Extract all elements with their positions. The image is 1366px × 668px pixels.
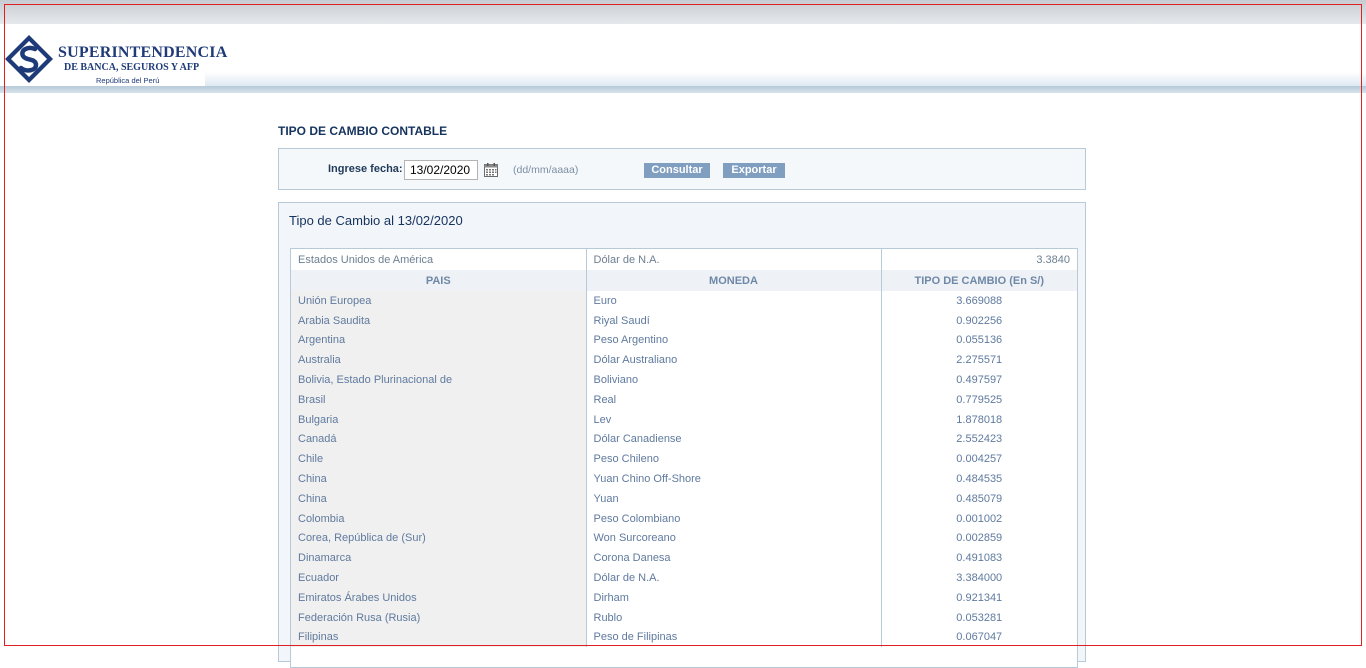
table-row: China Yuan Chino Off-Shore 0.484535: [291, 469, 1077, 489]
rate-cell: 0.491083: [956, 552, 1003, 565]
table-row: Arabia Saudita Riyal Saudí 0.902256: [291, 310, 1077, 331]
rate-cell: 0.902256: [956, 314, 1003, 327]
currency-cell: Peso Colombiano: [586, 508, 882, 529]
rate-cell: 0.497597: [956, 374, 1003, 387]
brand-title: SUPERINTENDENCIA: [58, 44, 228, 61]
page-title: TIPO DE CAMBIO CONTABLE: [278, 124, 448, 138]
rate-cell: 0.053281: [956, 611, 1003, 624]
rate-cell: 0.779525: [956, 393, 1003, 406]
currency-cell: Peso de Filipinas: [586, 627, 882, 648]
currency-cell: Riyal Saudí: [586, 310, 882, 331]
table-header-row: PAIS MONEDA TIPO DE CAMBIO (En S/): [291, 270, 1077, 291]
country-cell: Ecuador: [291, 568, 587, 588]
sbs-logo-icon: [5, 35, 53, 83]
header-pais: PAIS: [291, 270, 587, 291]
table-row: China Yuan 0.485079: [291, 488, 1077, 509]
table-row: Filipinas Peso de Filipinas 0.067047: [291, 627, 1077, 648]
rate-cell: 3.384000: [956, 572, 1003, 585]
country-cell: Chile: [291, 449, 587, 470]
currency-cell: Won Surcoreano: [586, 528, 882, 549]
table-row: Unión Europea Euro 3.669088: [291, 291, 1077, 311]
country-cell: Unión Europea: [291, 291, 587, 311]
currency-cell: Dirham: [586, 587, 882, 608]
country-cell: Dinamarca: [291, 548, 587, 569]
reference-country: Estados Unidos de América: [291, 249, 587, 270]
rate-cell: 0.067047: [956, 631, 1003, 644]
currency-cell: Dólar Canadiense: [586, 429, 882, 450]
table-row: Federación Rusa (Rusia) Rublo 0.053281: [291, 607, 1077, 628]
rate-cell: 0.921341: [956, 591, 1003, 604]
country-cell: Arabia Saudita: [291, 310, 587, 331]
table-row: Ecuador Dólar de N.A. 3.384000: [291, 568, 1077, 588]
currency-cell: Euro: [586, 291, 882, 311]
rate-cell: 0.485079: [956, 492, 1003, 505]
table-row: Australia Dólar Australiano 2.275571: [291, 350, 1077, 371]
export-button[interactable]: Exportar: [723, 163, 785, 178]
calendar-icon[interactable]: [484, 163, 498, 177]
header-tipo-cambio: TIPO DE CAMBIO (En S/): [881, 270, 1077, 291]
currency-cell: Peso Chileno: [586, 449, 882, 470]
country-cell: China: [291, 469, 587, 489]
header-gradient-strip: [205, 72, 1366, 86]
country-cell: Corea, República de (Sur): [291, 528, 587, 549]
country-cell: China: [291, 488, 587, 509]
rate-cell: 2.552423: [956, 433, 1003, 446]
currency-cell: Lev: [586, 409, 882, 430]
currency-cell: Yuan Chino Off-Shore: [586, 469, 882, 489]
reference-currency: Dólar de N.A.: [586, 249, 882, 270]
date-search-panel: Ingrese fecha: (dd/mm/aaaa) Consultar Ex…: [278, 148, 1086, 190]
rate-cell: 0.001002: [956, 512, 1003, 525]
currency-cell: Dólar de N.A.: [586, 568, 882, 588]
date-format-hint: (dd/mm/aaaa): [513, 164, 579, 176]
rate-cell: 0.055136: [956, 334, 1003, 347]
table-row: Colombia Peso Colombiano 0.001002: [291, 508, 1077, 529]
header-moneda: MONEDA: [586, 270, 882, 291]
date-input[interactable]: [404, 160, 478, 180]
sbs-logo[interactable]: SUPERINTENDENCIA DE BANCA, SEGUROS Y AFP…: [4, 34, 227, 86]
table-row: Argentina Peso Argentino 0.055136: [291, 330, 1077, 351]
reference-rate-row: Estados Unidos de América Dólar de N.A. …: [291, 249, 1077, 270]
table-row: Bulgaria Lev 1.878018: [291, 409, 1077, 430]
brand-country: República del Perú: [96, 76, 160, 85]
country-cell: Argentina: [291, 330, 587, 351]
currency-cell: Corona Danesa: [586, 548, 882, 569]
table-row: Dinamarca Corona Danesa 0.491083: [291, 548, 1077, 569]
browser-top-bar: [0, 0, 1366, 24]
country-cell: Bulgaria: [291, 409, 587, 430]
rate-cell: 0.004257: [956, 453, 1003, 466]
country-cell: Brasil: [291, 389, 587, 410]
currency-cell: Peso Argentino: [586, 330, 882, 351]
table-row: Emiratos Árabes Unidos Dirham 0.921341: [291, 587, 1077, 608]
rate-cell: 0.002859: [956, 532, 1003, 545]
table-row: Bolivia, Estado Plurinacional de Bolivian…: [291, 370, 1077, 390]
exchange-rate-table: Estados Unidos de América Dólar de N.A. …: [290, 248, 1078, 668]
table-row: Canadá Dólar Canadiense 2.552423: [291, 429, 1077, 450]
currency-cell: Boliviano: [586, 370, 882, 390]
country-cell: Australia: [291, 350, 587, 371]
date-label: Ingrese fecha:: [328, 163, 403, 175]
results-panel: Tipo de Cambio al 13/02/2020 Estados Uni…: [278, 202, 1086, 668]
country-cell: Canadá: [291, 429, 587, 450]
table-row: Brasil Real 0.779525: [291, 389, 1077, 410]
country-cell: Federación Rusa (Rusia): [291, 607, 587, 628]
reference-rate: 3.3840: [881, 249, 1077, 270]
currency-cell: Real: [586, 389, 882, 410]
rate-cell: 2.275571: [956, 354, 1003, 367]
table-row: Corea, República de (Sur) Won Surcoreano 0…: [291, 528, 1077, 549]
rate-cell: 3.669088: [956, 294, 1003, 307]
country-cell: Emiratos Árabes Unidos: [291, 587, 587, 608]
consult-button[interactable]: Consultar: [644, 163, 710, 178]
country-cell: Bolivia, Estado Plurinacional de: [291, 370, 587, 390]
brand-subtitle: DE BANCA, SEGUROS Y AFP: [64, 62, 200, 73]
header-divider: [0, 86, 1366, 93]
currency-cell: Rublo: [586, 607, 882, 628]
country-cell: Filipinas: [291, 627, 587, 648]
currency-cell: Yuan: [586, 488, 882, 509]
currency-cell: Dólar Australiano: [586, 350, 882, 371]
rate-cell: 0.484535: [956, 473, 1003, 486]
table-row: Chile Peso Chileno 0.004257: [291, 449, 1077, 470]
country-cell: Colombia: [291, 508, 587, 529]
rate-cell: 1.878018: [956, 413, 1003, 426]
results-title: Tipo de Cambio al 13/02/2020: [289, 213, 463, 228]
